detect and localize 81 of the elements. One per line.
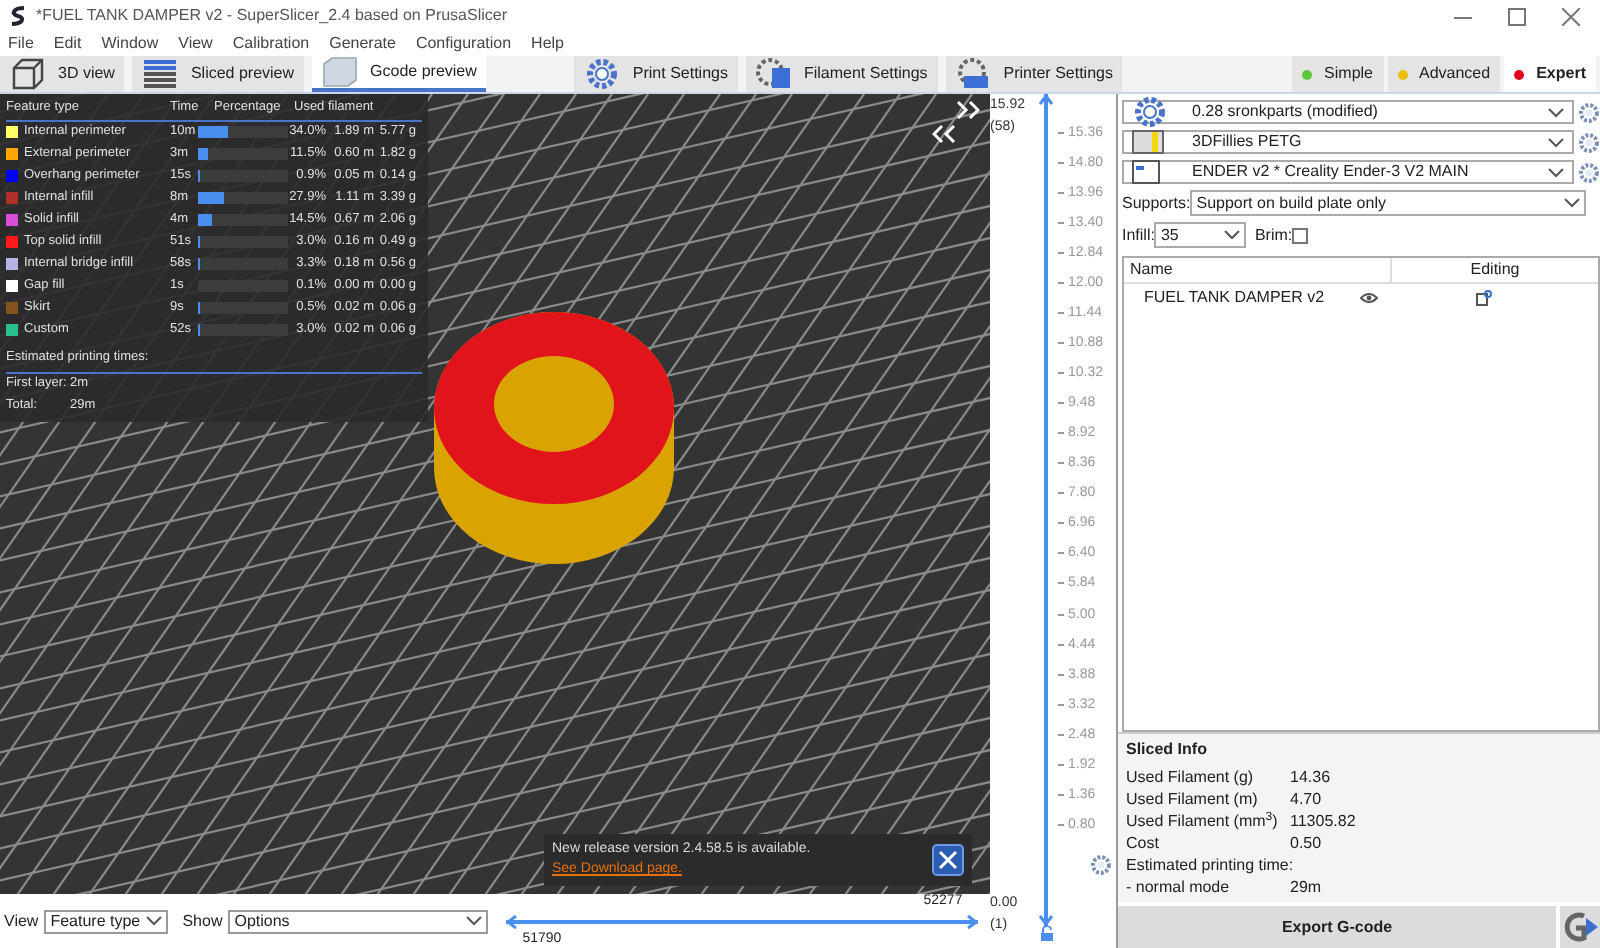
arrowhead-icon[interactable] xyxy=(506,913,519,929)
sliced-info-title: Sliced Info xyxy=(1126,738,1209,762)
menu-item[interactable]: Help xyxy=(531,32,564,56)
caret-icon xyxy=(1548,167,1564,177)
printer-icon xyxy=(1132,160,1160,184)
arrowhead-icon[interactable] xyxy=(1038,914,1054,926)
column-header: Name xyxy=(1128,258,1175,282)
mode-button[interactable]: Advanced xyxy=(1387,56,1501,92)
info-value: 4.70 xyxy=(1290,787,1322,811)
show-dropdown[interactable]: Options xyxy=(228,909,489,933)
column-header: Editing xyxy=(1390,258,1598,282)
preset-dropdown[interactable]: ENDER v2 * Creality Ender-3 V2 MAIN xyxy=(1122,160,1574,184)
send-gcode-icon[interactable] xyxy=(1560,906,1600,948)
spool-icon xyxy=(755,56,792,92)
layers-icon xyxy=(142,58,179,90)
show-label: Show xyxy=(182,909,223,933)
arrowhead-icon[interactable] xyxy=(966,913,979,929)
menu-item[interactable]: Generate xyxy=(329,32,396,56)
info-label: Used Filament (mm$^{3}$) xyxy=(1126,809,1280,833)
window-title: *FUEL TANK DAMPER v2 - SuperSlicer_2.4 based on PrusaSlicer xyxy=(36,4,508,28)
toolbar-tab[interactable]: Gcode preview xyxy=(312,56,487,92)
toolbar-tab[interactable]: Printer Settings xyxy=(945,56,1123,92)
lock-icon[interactable] xyxy=(1039,926,1053,942)
settings-icon[interactable] xyxy=(1578,101,1600,123)
infill-dropdown[interactable]: 35 xyxy=(1154,222,1247,248)
menu-item[interactable]: Calibration xyxy=(232,32,310,56)
caret-icon xyxy=(1224,230,1241,240)
view-label: View xyxy=(4,909,39,933)
supports-label: Supports: xyxy=(1122,191,1191,215)
menu-item[interactable]: Configuration xyxy=(415,32,512,56)
toolbar-tab[interactable]: Print Settings xyxy=(574,56,738,92)
info-value: 0.50 xyxy=(1290,831,1322,855)
menu-item[interactable]: Edit xyxy=(53,32,82,56)
slider-range[interactable] xyxy=(1038,94,1054,926)
preset-dropdown[interactable]: 0.28 sronkparts (modified) xyxy=(1122,100,1574,124)
collapse-sidebar-icon[interactable] xyxy=(932,124,956,144)
toolbar-tab[interactable]: Sliced preview xyxy=(132,56,305,92)
info-label: Cost xyxy=(1126,831,1161,855)
info-label: Used Filament (m) xyxy=(1126,787,1260,811)
stack-icon xyxy=(322,56,359,88)
info-label: Estimated printing time: xyxy=(1126,853,1294,877)
object-row[interactable]: FUEL TANK DAMPER v2 xyxy=(1124,284,1598,312)
toolbar-tab[interactable]: 3D view xyxy=(0,56,125,92)
toolbar-tab[interactable]: Filament Settings xyxy=(745,56,938,92)
close-icon[interactable] xyxy=(932,844,964,876)
maximize-icon[interactable] xyxy=(1508,7,1526,25)
settings-icon[interactable] xyxy=(1090,854,1112,876)
arrowhead-icon[interactable] xyxy=(1038,94,1054,106)
caret-icon xyxy=(1548,107,1564,117)
printer-icon xyxy=(955,56,992,92)
slider-range[interactable] xyxy=(506,913,979,929)
info-value: 29m xyxy=(1290,875,1322,899)
caret-icon xyxy=(1548,137,1564,147)
info-value: 11305.82 xyxy=(1290,809,1356,833)
menu-item[interactable]: View xyxy=(178,32,213,56)
eye-icon[interactable] xyxy=(1360,292,1378,304)
mode-button[interactable]: Simple xyxy=(1292,56,1383,92)
menu-item[interactable]: File xyxy=(8,32,34,56)
app-logo-icon xyxy=(8,6,28,26)
caret-icon xyxy=(466,916,483,926)
caret-icon xyxy=(1564,198,1581,208)
settings-icon[interactable] xyxy=(1578,161,1600,183)
cube-icon xyxy=(10,58,46,90)
infill-label: Infill: xyxy=(1122,223,1155,247)
settings-icon[interactable] xyxy=(1578,131,1600,153)
menu-item[interactable]: Window xyxy=(101,32,159,56)
edit-icon[interactable] xyxy=(1476,290,1492,306)
info-label: Used Filament (g) xyxy=(1126,765,1256,789)
mode-button[interactable]: Expert xyxy=(1504,56,1596,92)
info-value: 14.36 xyxy=(1290,765,1331,789)
caret-icon xyxy=(146,916,163,926)
brim-label: Brim: xyxy=(1254,223,1293,247)
close-icon[interactable] xyxy=(1562,7,1580,25)
export-gcode-button[interactable]: Export G-code xyxy=(1118,906,1556,948)
brim-checkbox[interactable] xyxy=(1292,227,1309,243)
expand-icon[interactable] xyxy=(956,100,980,120)
info-label: - normal mode xyxy=(1126,875,1232,899)
supports-dropdown[interactable]: Support on build plate only xyxy=(1190,190,1587,216)
view-dropdown[interactable]: Feature type xyxy=(44,909,169,933)
preset-dropdown[interactable]: 3DFillies PETG xyxy=(1122,130,1574,154)
filament-swatch-icon xyxy=(1132,130,1164,154)
